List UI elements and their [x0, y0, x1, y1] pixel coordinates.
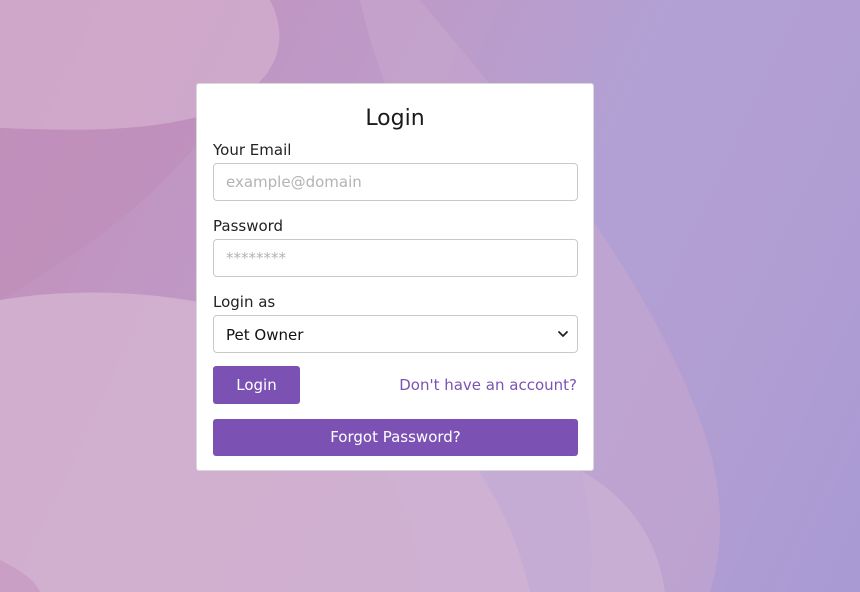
- login-button[interactable]: Login: [213, 366, 300, 404]
- login-card: Login Your Email Password Login as Pet O…: [196, 83, 594, 471]
- role-label: Login as: [213, 293, 276, 311]
- password-label: Password: [213, 217, 284, 235]
- password-input[interactable]: [213, 239, 578, 277]
- email-label: Your Email: [213, 141, 292, 159]
- email-input[interactable]: [213, 163, 578, 201]
- forgot-password-button[interactable]: Forgot Password?: [213, 419, 578, 456]
- login-title: Login: [365, 106, 425, 131]
- role-select-value: Pet Owner: [226, 326, 304, 344]
- role-select[interactable]: Pet Owner: [213, 315, 578, 353]
- page-background: Login Your Email Password Login as Pet O…: [0, 0, 860, 592]
- signup-link[interactable]: Don't have an account?: [399, 376, 577, 394]
- chevron-down-icon: [558, 331, 568, 337]
